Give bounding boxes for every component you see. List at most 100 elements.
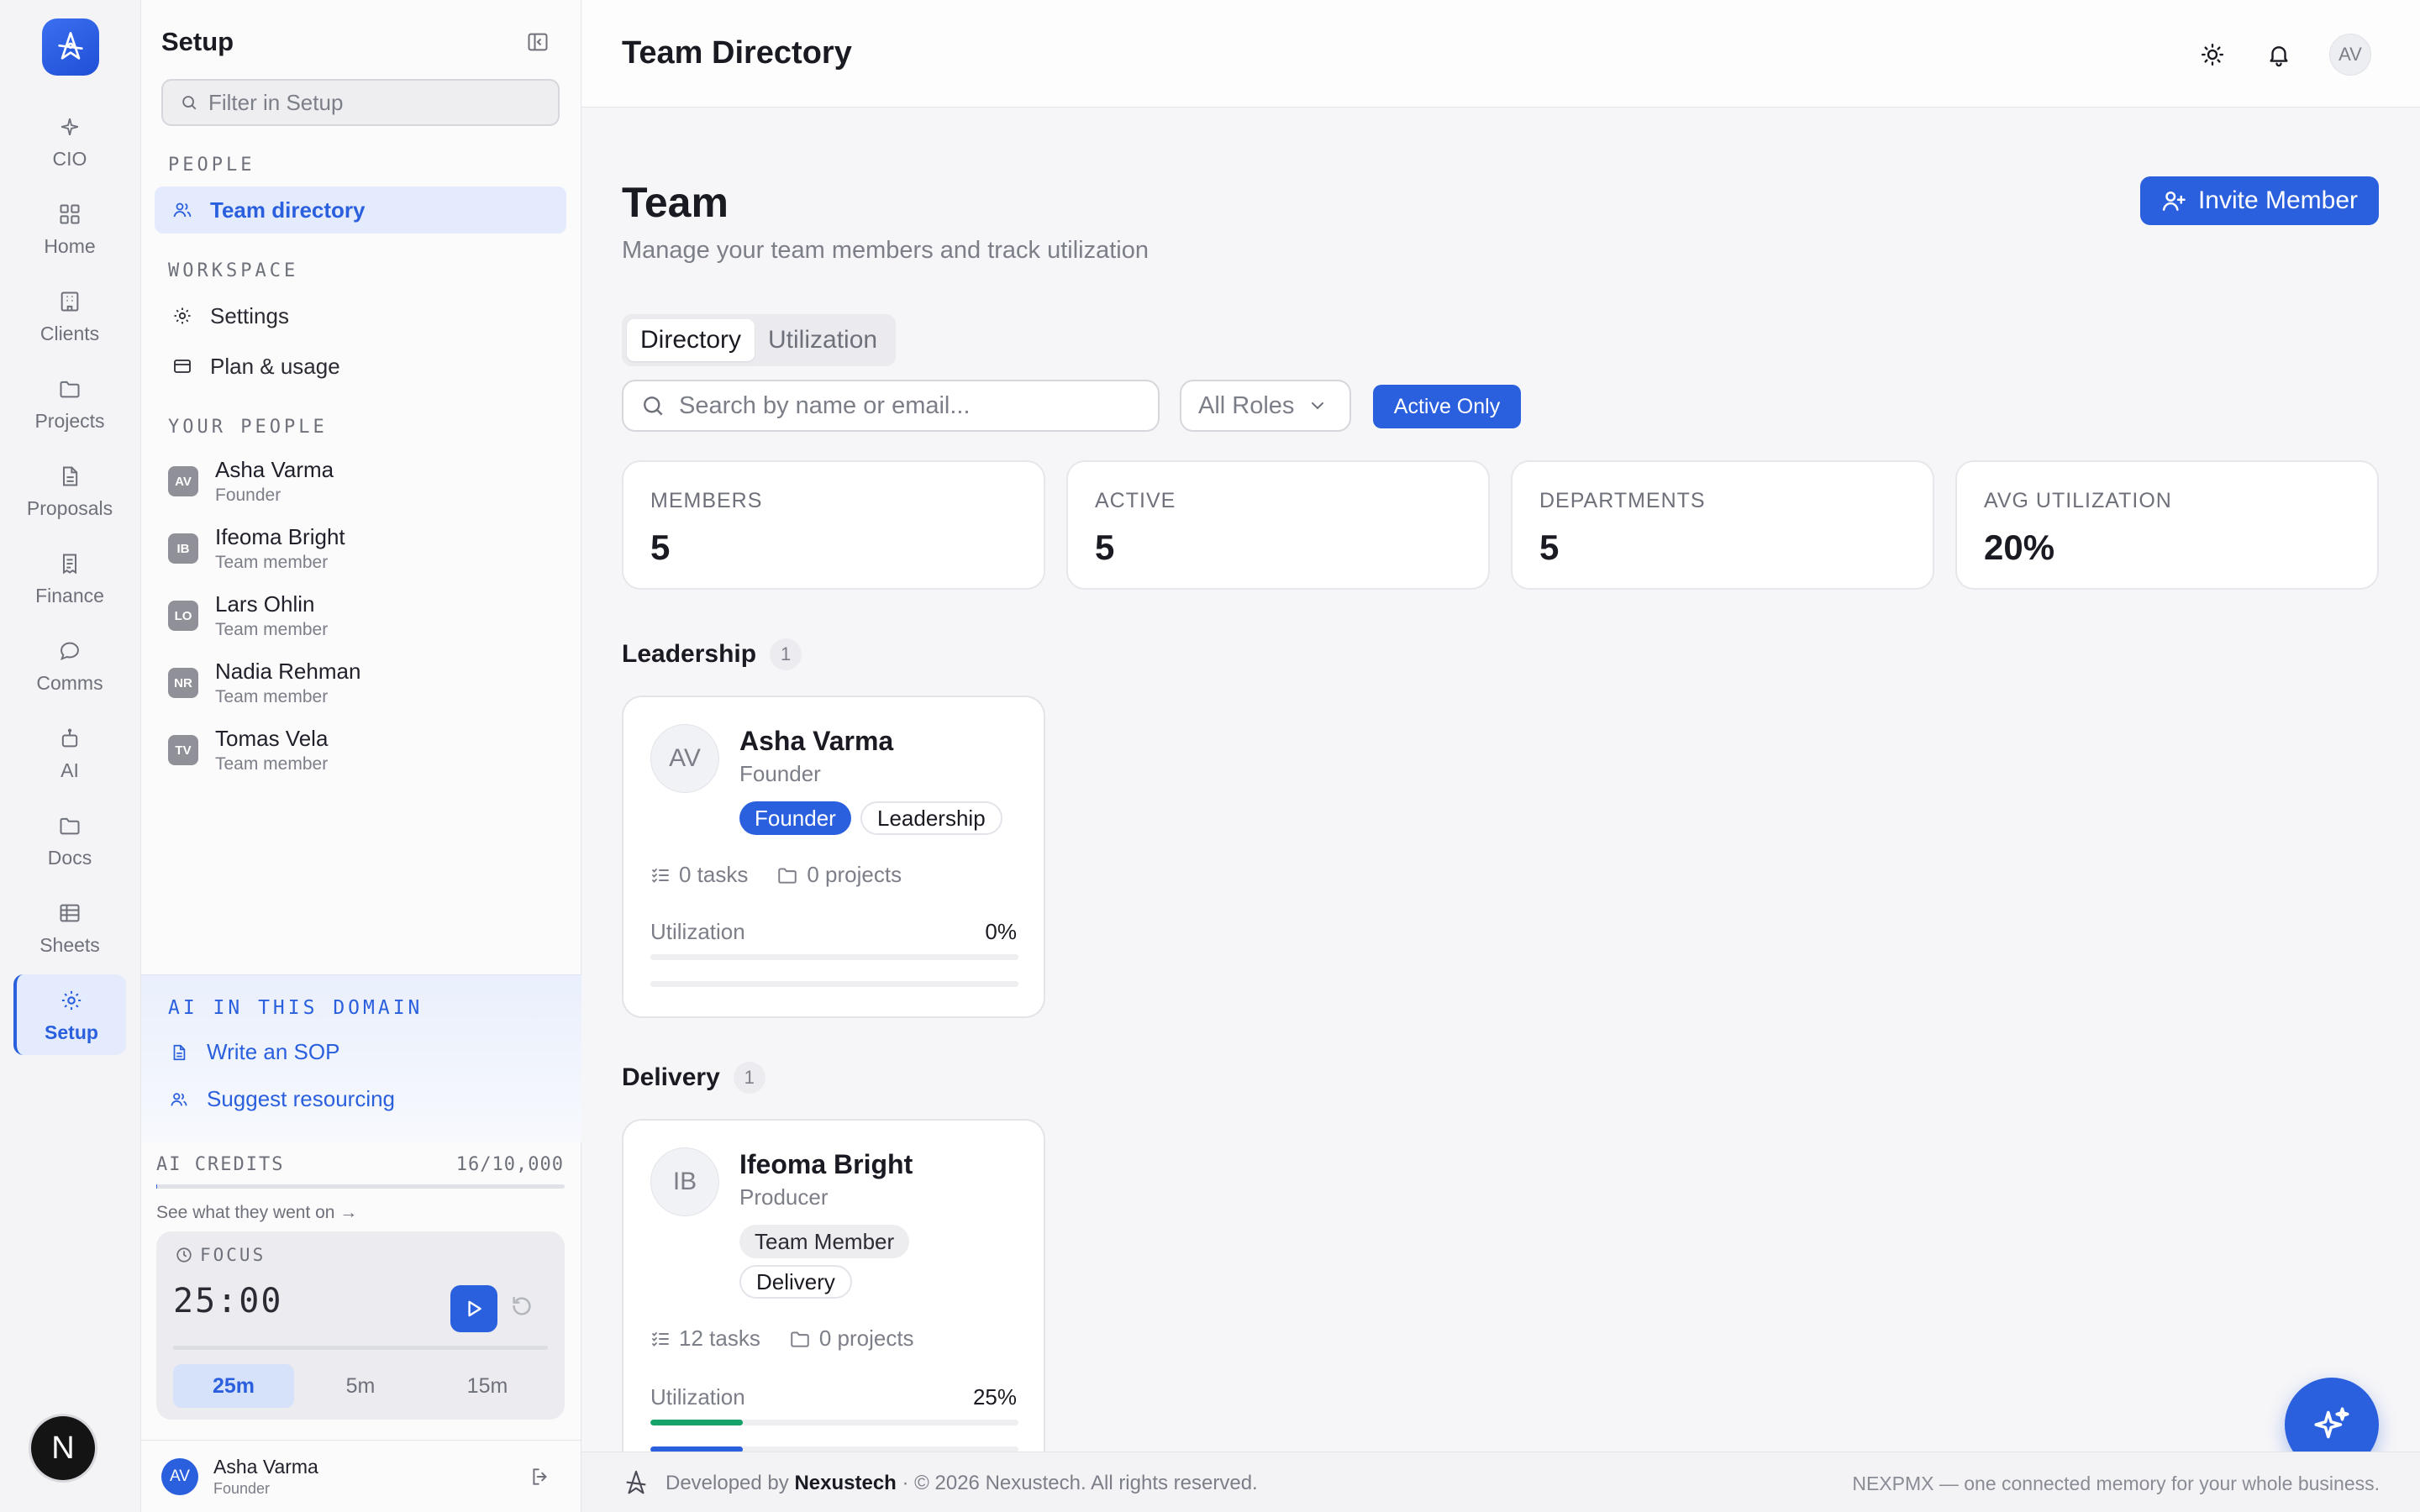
- ai-link-label: Suggest resourcing: [207, 1086, 396, 1111]
- rail-item-clients[interactable]: Clients: [13, 276, 126, 356]
- nav-item-team-directory[interactable]: Team directory: [155, 186, 566, 234]
- suggest-resourcing-link[interactable]: Suggest resourcing: [168, 1086, 395, 1112]
- rail-item-comms[interactable]: Comms: [13, 625, 126, 706]
- app-logo[interactable]: [42, 18, 99, 76]
- gear-icon: [60, 986, 83, 1015]
- checklist-icon: [652, 1331, 669, 1347]
- view-tabs: Directory Utilization: [622, 314, 897, 366]
- group-title: Delivery: [622, 1063, 720, 1091]
- stat-label: DEPARTMENTS: [1539, 489, 1706, 512]
- rail-item-label: Clients: [39, 322, 100, 344]
- chevron-down-icon: [1312, 402, 1324, 410]
- play-button[interactable]: [450, 1285, 497, 1332]
- person-item[interactable]: TV Tomas Vela Team member: [168, 721, 555, 780]
- rail-item-label: Sheets: [39, 933, 100, 956]
- tab-directory[interactable]: Directory: [627, 319, 755, 361]
- focus-label: FOCUS: [175, 1245, 266, 1265]
- role-badge: Founder: [739, 801, 851, 835]
- developed-by-text: Developed by: [666, 1472, 789, 1494]
- tab-utilization[interactable]: Utilization: [755, 319, 891, 361]
- rail-item-sheets[interactable]: Sheets: [13, 887, 126, 968]
- ai-credits-bar: [156, 1184, 565, 1189]
- person-role: Team member: [215, 687, 329, 706]
- rail-item-docs[interactable]: Docs: [13, 800, 126, 880]
- notifications-button[interactable]: [2260, 35, 2298, 74]
- current-user[interactable]: AV Asha Varma Founder: [141, 1440, 581, 1512]
- stat-label: AVG UTILIZATION: [1984, 489, 2172, 512]
- rail-item-finance[interactable]: Finance: [13, 538, 126, 618]
- footer-credit: Developed by Nexustech · © 2026 Nexustec…: [622, 1469, 1258, 1498]
- rail-item-label: Projects: [34, 409, 105, 432]
- group-header-leadership: Leadership 1: [622, 638, 802, 670]
- rail-item-proposals[interactable]: Proposals: [13, 450, 126, 531]
- search-input[interactable]: [679, 391, 1150, 420]
- user-avatar-button[interactable]: AV: [2329, 34, 2371, 76]
- tasks-label: 12 tasks: [679, 1326, 760, 1351]
- ai-credits-label: AI CREDITS: [156, 1154, 285, 1175]
- person-item[interactable]: LO Lars Ohlin Team member: [168, 586, 555, 645]
- reset-button[interactable]: [509, 1294, 534, 1319]
- avatar: AV: [168, 466, 198, 496]
- section-label-your-people: YOUR PEOPLE: [168, 417, 328, 438]
- search-icon: [182, 96, 197, 110]
- theme-toggle-button[interactable]: [2193, 35, 2232, 74]
- panel-title: Setup: [161, 27, 234, 56]
- rail-item-label: Proposals: [26, 496, 113, 519]
- person-item[interactable]: IB Ifeoma Bright Team member: [168, 519, 555, 578]
- person-name: Tomas Vela: [215, 726, 329, 751]
- next-badge[interactable]: N: [31, 1416, 95, 1480]
- roles-filter-value: All Roles: [1198, 391, 1295, 419]
- focus-option-5m[interactable]: 5m: [300, 1364, 421, 1408]
- table-icon: [58, 899, 82, 927]
- member-card[interactable]: AV Asha Varma Founder Founder Leadership…: [622, 696, 1045, 1018]
- focus-option-25m[interactable]: 25m: [173, 1364, 294, 1408]
- stat-card-active: ACTIVE 5: [1066, 460, 1490, 590]
- person-role: Team member: [215, 754, 329, 774]
- rail-item-label: CIO: [52, 147, 87, 170]
- member-card[interactable]: IB Ifeoma Bright Producer Team Member De…: [622, 1119, 1045, 1452]
- gear-icon: [171, 306, 193, 326]
- brand-link[interactable]: Nexustech: [794, 1472, 896, 1495]
- stat-card-avg-utilization: AVG UTILIZATION 20%: [1955, 460, 2379, 590]
- rail-item-projects[interactable]: Projects: [13, 363, 126, 444]
- logout-button[interactable]: [529, 1466, 551, 1488]
- top-bar: Team Directory AV: [581, 0, 2420, 108]
- rail-item-setup[interactable]: Setup: [13, 974, 126, 1055]
- document-icon: [168, 1043, 190, 1062]
- folder-icon: [778, 867, 797, 884]
- person-item[interactable]: AV Asha Varma Founder: [168, 452, 555, 511]
- section-label-people: PEOPLE: [168, 155, 255, 176]
- play-icon: [468, 1300, 481, 1317]
- projects-label: 0 projects: [807, 862, 902, 887]
- write-sop-link[interactable]: Write an SOP: [168, 1039, 339, 1065]
- active-only-toggle[interactable]: Active Only: [1373, 385, 1521, 428]
- setup-panel: Setup PEOPLE Team directory WORKSPACE Se…: [141, 0, 581, 1512]
- credits-usage-link[interactable]: See what they went on →: [156, 1203, 357, 1223]
- invite-member-label: Invite Member: [2197, 186, 2359, 214]
- rail-item-cio[interactable]: CIO: [13, 101, 126, 181]
- search-field[interactable]: [622, 380, 1160, 432]
- nav-item-plan-usage[interactable]: Plan & usage: [155, 343, 566, 390]
- person-name: Ifeoma Bright: [215, 524, 345, 549]
- avatar: LO: [168, 601, 198, 631]
- filter-input[interactable]: [208, 89, 544, 116]
- rail-item-home[interactable]: Home: [13, 188, 126, 269]
- focus-option-15m[interactable]: 15m: [427, 1364, 548, 1408]
- invite-member-button[interactable]: Invite Member: [2140, 176, 2379, 225]
- member-meta: 12 tasks 0 projects: [650, 1326, 943, 1352]
- folder-icon: [58, 375, 82, 403]
- person-role: Founder: [215, 486, 281, 505]
- member-role: Producer: [739, 1184, 829, 1210]
- ai-credits-value: 16/10,000: [455, 1154, 564, 1175]
- section-subheading: Manage your team members and track utili…: [622, 237, 1150, 264]
- robot-icon: [58, 724, 82, 753]
- rail-item-ai[interactable]: AI: [13, 712, 126, 793]
- nav-item-settings[interactable]: Settings: [155, 292, 566, 339]
- utilization-bar: [650, 954, 1018, 960]
- roles-filter-select[interactable]: All Roles: [1180, 380, 1351, 432]
- stat-value: 5: [650, 528, 671, 567]
- chat-icon: [58, 637, 82, 665]
- collapse-panel-button[interactable]: [526, 30, 550, 54]
- person-item[interactable]: NR Nadia Rehman Team member: [168, 654, 555, 712]
- filter-field[interactable]: [161, 79, 560, 126]
